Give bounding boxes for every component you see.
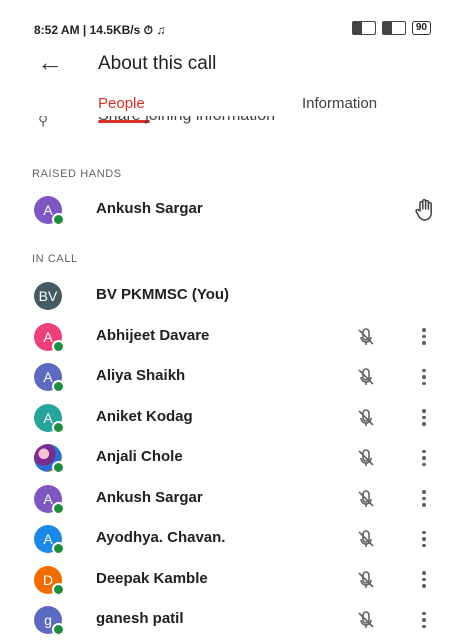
participant-name: BV PKMMSC (You) [96,286,230,303]
arrow-left-icon[interactable]: ← [36,47,64,77]
participant-row[interactable]: BV BV PKMMSC (You) [0,276,449,316]
signal-icon [351,21,376,35]
avatar: D [34,565,65,596]
status-icons: 90 [351,21,431,35]
share-joining-info-row[interactable]: ⚲ Share joining information [0,116,449,130]
online-dot [52,542,65,555]
more-options-icon[interactable] [414,608,434,632]
more-options-icon[interactable] [414,325,434,349]
participant-name: Abhijeet Davare [96,326,210,344]
status-time: 8:52 AM | 14.5KB/s ⏱ ♫ [34,23,166,37]
avatar-initial: D [42,571,54,588]
participant-row[interactable]: A Ayodhya. Chavan. [0,519,449,559]
mic-off-icon[interactable] [355,488,377,510]
avatar: A [34,403,65,434]
participant-name: Ankush Sargar [96,200,203,217]
online-dot [52,461,65,474]
participant-name: Aniket Kodag [96,407,193,425]
mic-off-icon[interactable] [355,609,377,631]
more-options-icon[interactable] [414,406,434,430]
avatar-initial: g [44,612,52,628]
more-options-icon[interactable] [414,527,434,551]
more-options-icon[interactable] [414,446,434,470]
participant-name: Ayodhya. Chavan. [96,529,226,546]
online-dot [52,582,65,596]
participant-row[interactable]: Anjali Chole [0,438,449,478]
avatar: A [34,525,65,555]
tab-information[interactable]: Information [302,95,377,112]
signal-icon-2 [381,21,406,35]
mic-off-icon[interactable] [355,366,377,388]
participant-row[interactable]: g ganesh patil [0,600,449,640]
participant-name: ganesh patil [96,610,184,627]
avatar-initial: A [43,409,53,426]
avatar-initial: A [43,328,53,345]
mic-off-icon[interactable] [355,407,377,429]
participant-name: Deepak Kamble [96,569,208,587]
participant-row[interactable]: A Aliya Shaikh [0,357,449,397]
avatar: BV [34,282,62,310]
participant-row[interactable]: A Ankush Sargar [0,479,449,519]
mic-off-icon[interactable] [355,528,377,550]
avatar-initial: A [43,490,53,507]
tab-people[interactable]: People [98,95,145,112]
status-bar: 8:52 AM | 14.5KB/s ⏱ ♫ 90 [0,0,449,40]
online-dot [52,501,65,515]
online-dot [52,213,65,226]
battery-icon: 90 [411,21,431,35]
section-header-in-call: IN CALL [32,253,78,265]
section-header-raised-hands: RAISED HANDS [32,168,122,180]
more-options-icon[interactable] [414,365,434,389]
avatar-initial: A [43,531,53,547]
share-icon: ⚲ [38,116,49,128]
online-dot [52,623,65,636]
share-joining-info-label: Share joining information [98,116,275,125]
raised-hand-icon[interactable] [413,197,437,223]
avatar: g [34,606,65,636]
avatar: A [34,196,65,226]
participant-row[interactable]: D Deepak Kamble [0,560,449,600]
avatar: A [34,322,65,353]
online-dot [52,420,65,434]
participant-row[interactable]: A Abhijeet Davare [0,317,449,357]
page-title: About this call [98,53,217,74]
participant-row[interactable]: A Aniket Kodag [0,398,449,438]
participant-name: Anjali Chole [96,448,183,465]
online-dot [52,380,65,393]
avatar-initial: A [43,202,53,218]
participant-name: Ankush Sargar [96,488,203,506]
avatar: A [34,363,65,393]
mic-off-icon[interactable] [355,447,377,469]
online-dot [52,339,65,353]
avatar: A [34,484,65,515]
more-options-icon[interactable] [414,487,434,511]
participant-row[interactable]: A Ankush Sargar [0,190,449,230]
avatar-initial: BV [38,288,58,304]
avatar-initial: A [43,369,53,385]
participant-name: Aliya Shaikh [96,367,186,384]
avatar [34,444,65,474]
app-bar: ← About this call [0,40,449,88]
mic-off-icon[interactable] [355,326,377,348]
mic-off-icon[interactable] [355,569,377,591]
more-options-icon[interactable] [414,568,434,592]
